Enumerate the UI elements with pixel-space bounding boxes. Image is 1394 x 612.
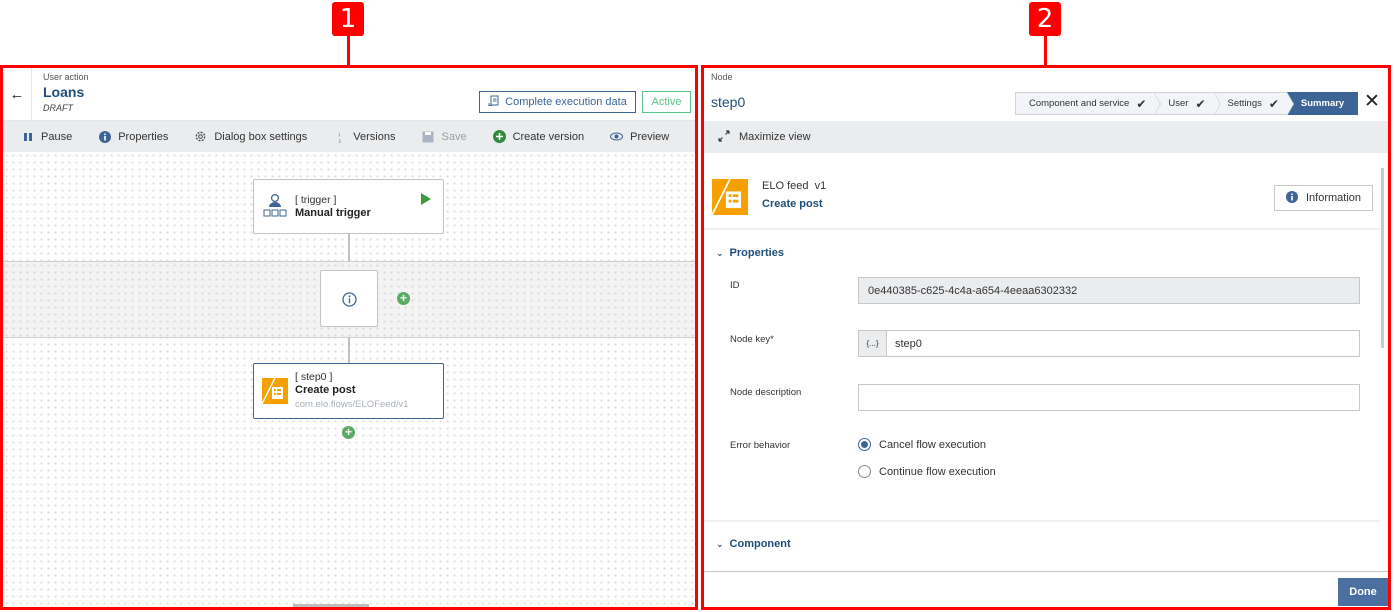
annotation-frame-2 — [701, 65, 1391, 610]
annotation-frame-1 — [0, 65, 698, 610]
annotation-2-line — [1044, 36, 1047, 66]
annotation-1: 1 — [332, 2, 364, 36]
annotation-2: 2 — [1029, 2, 1061, 36]
annotation-1-line — [347, 36, 350, 66]
